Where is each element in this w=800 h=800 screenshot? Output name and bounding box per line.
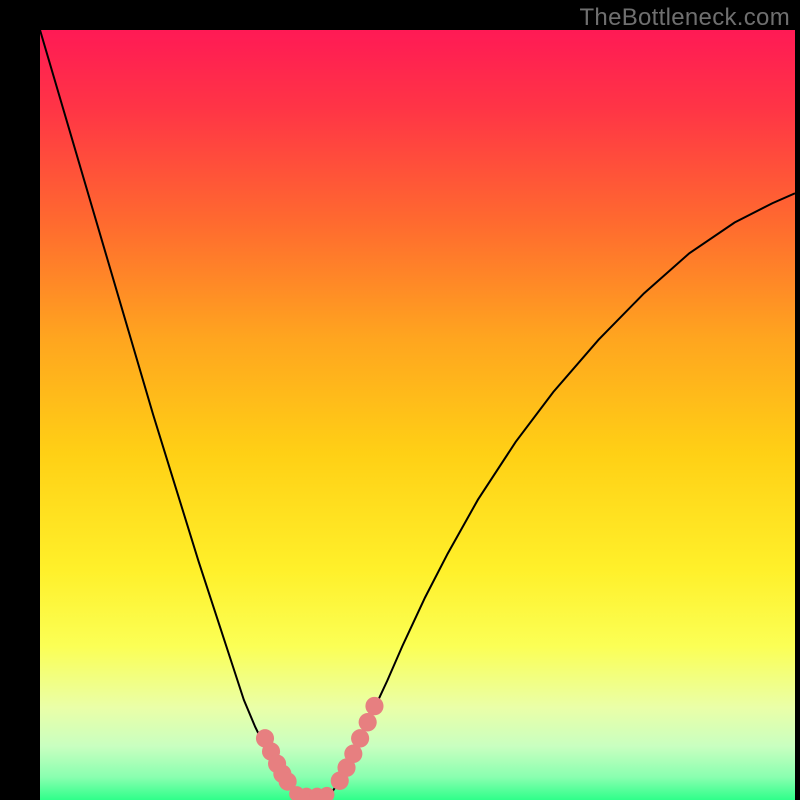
chart-container: TheBottleneck.com: [0, 0, 800, 800]
chart-svg: [40, 30, 795, 800]
data-marker: [359, 713, 377, 731]
plot-area: [40, 30, 795, 800]
data-marker: [365, 697, 383, 715]
data-marker: [351, 729, 369, 747]
watermark-text: TheBottleneck.com: [579, 4, 790, 32]
